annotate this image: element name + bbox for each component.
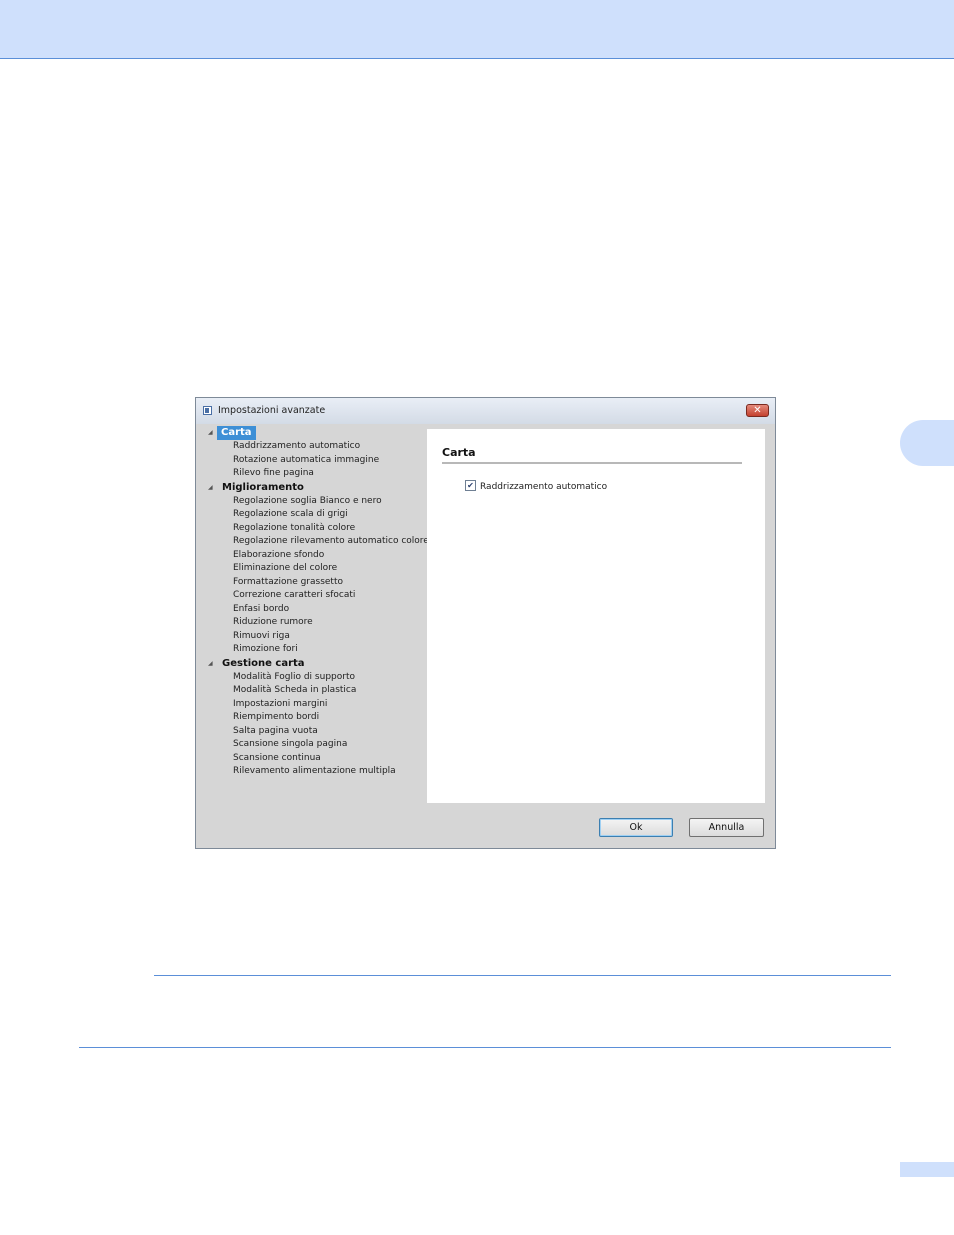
tree-item[interactable]: Raddrizzamento automatico bbox=[196, 440, 424, 454]
content-heading: Carta bbox=[442, 446, 476, 459]
expand-triangle-icon[interactable]: ◢ bbox=[208, 429, 213, 436]
expand-triangle-icon[interactable]: ◢ bbox=[208, 660, 213, 667]
tree-group-label[interactable]: Miglioramento bbox=[218, 481, 308, 495]
heading-divider bbox=[442, 462, 742, 464]
tree-item[interactable]: Scansione singola pagina bbox=[196, 738, 424, 752]
tree-item[interactable]: Rimuovi riga bbox=[196, 630, 424, 644]
tree-item[interactable]: Rimozione fori bbox=[196, 643, 424, 657]
tree-item[interactable]: Regolazione tonalità colore bbox=[196, 522, 424, 536]
tree-item[interactable]: Regolazione soglia Bianco e nero bbox=[196, 495, 424, 509]
tree-group-label[interactable]: Gestione carta bbox=[218, 657, 309, 671]
tree-group-row[interactable]: ◢ Miglioramento bbox=[196, 481, 424, 495]
tree-item[interactable]: Riduzione rumore bbox=[196, 616, 424, 630]
settings-tree: ◢ Carta Raddrizzamento automatico Rotazione… bbox=[196, 426, 429, 779]
tree-item[interactable]: Enfasi bordo bbox=[196, 603, 424, 617]
tree-item[interactable]: Riempimento bordi bbox=[196, 711, 424, 725]
advanced-settings-dialog: Impostazioni avanzate ✕ ◢ Carta Raddrizzam… bbox=[195, 397, 776, 849]
auto-deskew-checkbox[interactable]: ✔ bbox=[465, 480, 476, 491]
tree-item[interactable]: Modalità Foglio di supporto bbox=[196, 671, 424, 685]
tree-group-row[interactable]: ◢ Carta bbox=[196, 426, 424, 440]
tree-item[interactable]: Rilevamento alimentazione multipla bbox=[196, 765, 424, 779]
tree-item[interactable]: Modalità Scheda in plastica bbox=[196, 684, 424, 698]
tree-group-label[interactable]: Carta bbox=[217, 426, 256, 440]
close-button[interactable]: ✕ bbox=[746, 404, 769, 417]
tree-group-row[interactable]: ◢ Gestione carta bbox=[196, 657, 424, 671]
tree-item[interactable]: Elaborazione sfondo bbox=[196, 549, 424, 563]
dialog-titlebar[interactable]: Impostazioni avanzate ✕ bbox=[196, 398, 775, 424]
divider-long bbox=[79, 1047, 891, 1048]
tree-item[interactable]: Regolazione rilevamento automatico color… bbox=[196, 535, 429, 549]
tree-item[interactable]: Formattazione grassetto bbox=[196, 576, 424, 590]
tree-item[interactable]: Regolazione scala di grigi bbox=[196, 508, 424, 522]
page-number-tab bbox=[900, 1162, 954, 1177]
dialog-title: Impostazioni avanzate bbox=[218, 405, 326, 416]
tree-item[interactable]: Impostazioni margini bbox=[196, 698, 424, 712]
tree-item[interactable]: Rotazione automatica immagine bbox=[196, 454, 424, 468]
content-pane: Carta ✔ Raddrizzamento automatico bbox=[427, 429, 765, 803]
tree-item[interactable]: Salta pagina vuota bbox=[196, 725, 424, 739]
app-icon bbox=[203, 406, 212, 415]
cancel-button[interactable]: Annulla bbox=[689, 818, 764, 837]
chapter-tab bbox=[900, 420, 954, 466]
tree-item[interactable]: Eliminazione del colore bbox=[196, 562, 424, 576]
tree-item[interactable]: Rilevo fine pagina bbox=[196, 467, 424, 481]
divider-short bbox=[154, 975, 891, 976]
page-header-band bbox=[0, 0, 954, 59]
tree-item[interactable]: Scansione continua bbox=[196, 752, 424, 766]
ok-button[interactable]: Ok bbox=[599, 818, 673, 837]
auto-deskew-option[interactable]: ✔ Raddrizzamento automatico bbox=[465, 480, 608, 492]
tree-item[interactable]: Correzione caratteri sfocati bbox=[196, 589, 424, 603]
expand-triangle-icon[interactable]: ◢ bbox=[208, 484, 213, 491]
auto-deskew-label: Raddrizzamento automatico bbox=[480, 482, 608, 492]
